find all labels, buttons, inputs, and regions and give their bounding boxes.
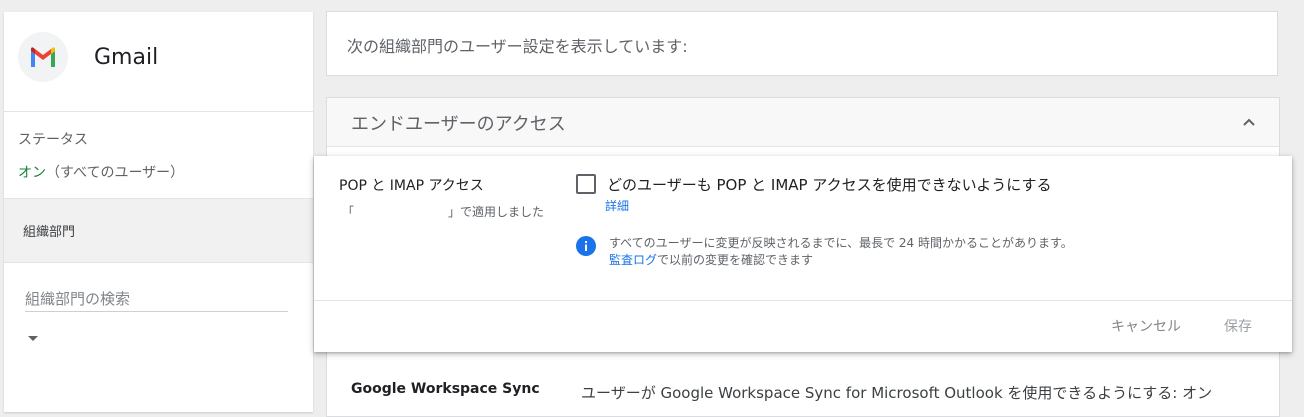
- section-header[interactable]: エンドユーザーのアクセス: [327, 98, 1279, 147]
- app-title: Gmail: [94, 45, 159, 70]
- sync-setting-title[interactable]: Google Workspace Sync: [351, 381, 540, 397]
- status-scope-text: （すべてのユーザー）: [46, 165, 185, 181]
- disable-pop-imap-checkbox[interactable]: [576, 174, 596, 194]
- audit-log-notice-text: で以前の変更を確認できます: [657, 253, 814, 267]
- org-unit-section: 組織部門: [4, 198, 313, 263]
- info-icon: [576, 236, 596, 256]
- details-link[interactable]: 詳細: [605, 197, 629, 214]
- app-sidebar: Gmail ステータス オン（すべてのユーザー） 組織部門: [4, 12, 313, 412]
- card-divider: [314, 300, 1292, 301]
- status-label: ステータス: [18, 132, 88, 148]
- audit-log-link[interactable]: 監査ログ: [609, 253, 657, 267]
- pop-imap-edit-card: POP と IMAP アクセス 「 」で適用しました どのユーザーも POP と …: [314, 156, 1292, 352]
- app-header: Gmail: [4, 12, 313, 112]
- chevron-up-icon[interactable]: [1241, 116, 1257, 128]
- setting-name: POP と IMAP アクセス: [339, 178, 484, 194]
- status-on-text: オン: [18, 165, 46, 181]
- applied-close-text: 」で適用しました: [448, 205, 545, 219]
- propagation-notice: すべてのユーザーに変更が反映されるまでに、最長で 24 時間かかることがあります…: [609, 236, 1073, 250]
- sync-setting-description: ユーザーが Google Workspace Sync for Microsof…: [581, 384, 1213, 402]
- caret-down-icon[interactable]: [26, 334, 40, 344]
- save-button[interactable]: 保存: [1224, 316, 1252, 336]
- applied-note: 「 」で適用しました: [342, 203, 544, 220]
- audit-log-notice: 監査ログで以前の変更を確認できます: [609, 251, 813, 268]
- org-unit-label: 組織部門: [23, 225, 76, 240]
- org-unit-info-card: 次の組織部門のユーザー設定を表示しています:: [326, 11, 1278, 76]
- status-value: オン（すべてのユーザー）: [18, 162, 184, 182]
- cancel-button[interactable]: キャンセル: [1111, 316, 1181, 336]
- org-unit-search-input[interactable]: [25, 287, 288, 312]
- org-unit-info-text: 次の組織部門のユーザー設定を表示しています:: [347, 37, 688, 56]
- section-title: エンドユーザーのアクセス: [351, 114, 566, 135]
- checkbox-label[interactable]: どのユーザーも POP と IMAP アクセスを使用できないようにする: [607, 174, 1051, 195]
- applied-open-bracket: 「: [342, 205, 355, 219]
- gmail-logo-icon: [18, 32, 68, 82]
